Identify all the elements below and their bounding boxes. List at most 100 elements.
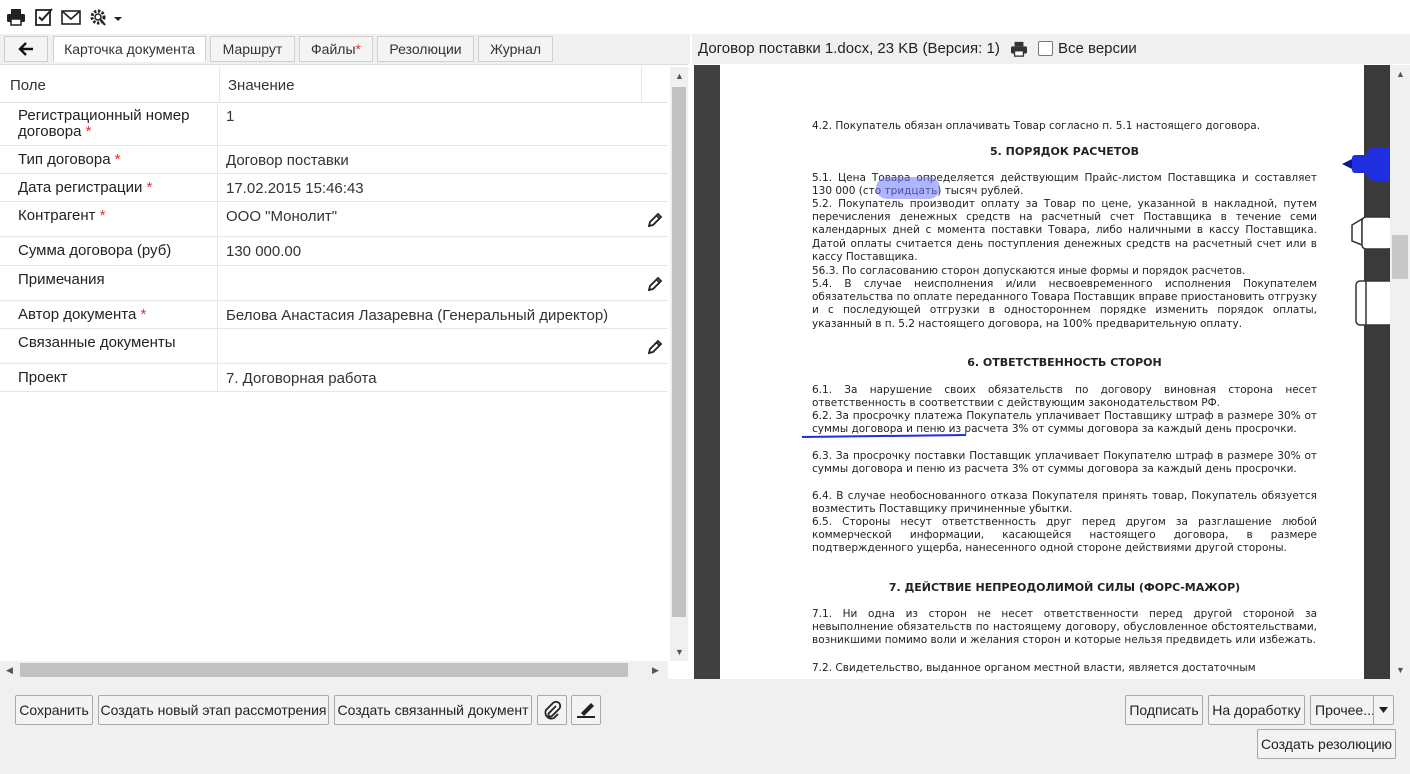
table-row[interactable]: Тип договора * Договор поставки bbox=[0, 146, 668, 174]
document-page[interactable]: 4.2. Покупатель обязан оплачивать Товар … bbox=[720, 65, 1364, 679]
tab-bar: Карточка документа Маршрут Файлы * Резолю… bbox=[0, 34, 690, 64]
field-label: Связанные документы bbox=[18, 334, 176, 351]
required-marker: * bbox=[146, 179, 153, 196]
table-row[interactable]: Автор документа * Белова Анастасия Лазаре… bbox=[0, 301, 668, 329]
tab-document-card[interactable]: Карточка документа bbox=[53, 36, 206, 62]
document-paragraph: 6.4. В случае необоснованного отказа Пок… bbox=[812, 490, 1317, 516]
print-document-icon[interactable] bbox=[1010, 41, 1028, 57]
field-label: Регистрационный номер договора * bbox=[18, 107, 190, 140]
chevron-down-icon[interactable] bbox=[1373, 696, 1393, 724]
document-paragraph: 6.1. За нарушение своих обязательств по … bbox=[812, 384, 1317, 410]
blue-marker-tool-icon[interactable] bbox=[1338, 143, 1390, 185]
field-label: Контрагент * bbox=[18, 207, 106, 224]
document-paragraph: 7.2. Свидетельство, выданное органом мес… bbox=[812, 662, 1256, 674]
scrollbar-thumb[interactable] bbox=[20, 663, 628, 677]
table-row[interactable]: Сумма договора (руб) 130 000.00 bbox=[0, 237, 668, 266]
field-value[interactable]: Договор поставки bbox=[226, 152, 349, 169]
sign-button[interactable]: Подписать bbox=[1125, 695, 1203, 725]
create-related-document-button[interactable]: Создать связанный документ bbox=[334, 695, 532, 725]
document-viewer-header: Договор поставки 1.docx, 23 KB (Версия: … bbox=[692, 34, 1410, 64]
table-row[interactable]: Контрагент * ООО "Монолит" bbox=[0, 202, 668, 237]
required-marker: * bbox=[140, 306, 147, 323]
create-resolution-button[interactable]: Создать резолюцию bbox=[1257, 729, 1396, 759]
tab-resolutions[interactable]: Резолюции bbox=[377, 36, 474, 62]
return-for-rework-button[interactable]: На доработку bbox=[1208, 695, 1305, 725]
field-label: Автор документа * bbox=[18, 306, 147, 323]
required-marker: * bbox=[85, 123, 92, 140]
underline-annotation[interactable] bbox=[800, 431, 970, 441]
printer-icon[interactable] bbox=[6, 8, 26, 26]
document-section-heading: 5. ПОРЯДОК РАСЧЕТОВ bbox=[989, 145, 1139, 158]
document-paragraph: 7.1. Ни одна из сторон не несет ответств… bbox=[812, 608, 1317, 647]
document-paragraph: 6.3. За просрочку поставки Поставщик упл… bbox=[812, 450, 1317, 476]
tab-route[interactable]: Маршрут bbox=[210, 36, 295, 62]
table-row[interactable]: Проект 7. Договорная работа bbox=[0, 364, 668, 392]
field-value[interactable]: 17.02.2015 15:46:43 bbox=[226, 180, 364, 197]
field-label: Примечания bbox=[18, 271, 105, 288]
field-label: Дата регистрации * bbox=[18, 179, 153, 196]
more-actions-dropdown[interactable]: Прочее... bbox=[1310, 695, 1394, 725]
document-paragraph: 6.5. Стороны несут ответственность друг … bbox=[812, 516, 1317, 555]
pencil-edit-icon[interactable] bbox=[646, 275, 664, 293]
field-value[interactable]: 1 bbox=[226, 108, 234, 125]
grid-horizontal-scrollbar[interactable]: ◀ ▶ bbox=[0, 661, 668, 679]
pencil-edit-icon[interactable] bbox=[646, 338, 664, 356]
document-section-heading: 6. ОТВЕТСТВЕННОСТЬ СТОРОН bbox=[967, 356, 1162, 369]
scroll-up-arrow-icon[interactable]: ▲ bbox=[1396, 69, 1405, 79]
document-paragraph: 4.2. Покупатель обязан оплачивать Товар … bbox=[812, 120, 1261, 132]
save-button[interactable]: Сохранить bbox=[15, 695, 93, 725]
scroll-up-arrow-icon[interactable]: ▲ bbox=[675, 71, 684, 81]
field-label: Сумма договора (руб) bbox=[18, 242, 172, 259]
table-row[interactable]: Дата регистрации * 17.02.2015 15:46:43 bbox=[0, 174, 668, 202]
scrollbar-thumb[interactable] bbox=[1392, 235, 1408, 279]
field-value[interactable]: Белова Анастасия Лазаревна (Генеральный … bbox=[226, 307, 608, 324]
eraser-tool-icon[interactable] bbox=[1354, 279, 1390, 327]
all-versions-checkbox[interactable] bbox=[1038, 41, 1053, 56]
scroll-down-arrow-icon[interactable]: ▼ bbox=[675, 647, 684, 657]
grid-header: Поле Значение bbox=[0, 67, 668, 103]
table-row[interactable]: Примечания bbox=[0, 266, 668, 301]
create-new-stage-button[interactable]: Создать новый этап рассмотрения bbox=[98, 695, 329, 725]
all-versions-label[interactable]: Все версии bbox=[1058, 40, 1137, 57]
arrow-left-icon bbox=[18, 42, 33, 56]
table-row[interactable]: Связанные документы bbox=[0, 329, 668, 364]
document-paragraph: 5.2. Покупатель производит оплату за Тов… bbox=[812, 198, 1317, 263]
signature-pen-icon bbox=[577, 703, 595, 718]
attach-button[interactable] bbox=[537, 695, 567, 725]
column-header-field[interactable]: Поле bbox=[0, 67, 220, 103]
envelope-icon[interactable] bbox=[61, 8, 81, 26]
pencil-edit-icon[interactable] bbox=[646, 211, 664, 229]
tab-journal[interactable]: Журнал bbox=[478, 36, 553, 62]
scroll-right-arrow-icon[interactable]: ▶ bbox=[652, 665, 659, 675]
scrollbar-thumb[interactable] bbox=[672, 87, 686, 617]
required-marker: * bbox=[99, 207, 106, 224]
grid-vertical-scrollbar[interactable]: ▲ ▼ bbox=[670, 67, 688, 661]
highlight-annotation[interactable] bbox=[876, 177, 940, 199]
document-paragraph: 56.3. По согласованию сторон допускаются… bbox=[812, 265, 1246, 277]
table-row[interactable]: Регистрационный номер договора * 1 bbox=[0, 102, 668, 146]
scroll-down-arrow-icon[interactable]: ▼ bbox=[1396, 665, 1405, 675]
action-bar: Сохранить Создать новый этап рассмотрени… bbox=[0, 679, 1410, 774]
field-value[interactable]: 7. Договорная работа bbox=[226, 370, 377, 387]
tab-files[interactable]: Файлы * bbox=[299, 36, 373, 62]
unsaved-marker: * bbox=[355, 41, 361, 57]
document-preview: 4.2. Покупатель обязан оплачивать Товар … bbox=[694, 65, 1390, 679]
field-value[interactable]: 130 000.00 bbox=[226, 243, 301, 260]
scroll-left-arrow-icon[interactable]: ◀ bbox=[6, 665, 13, 675]
field-label: Проект bbox=[18, 369, 68, 386]
document-section-heading: 7. ДЕЙСТВИЕ НЕПРЕОДОЛИМОЙ СИЛЫ (ФОРС-МАЖ… bbox=[888, 581, 1241, 594]
column-header-value[interactable]: Значение bbox=[218, 67, 638, 103]
required-marker: * bbox=[114, 151, 121, 168]
chevron-down-icon[interactable] bbox=[113, 11, 123, 21]
document-paragraph: 5.4. В случае неисполнения и/или несвоев… bbox=[812, 278, 1317, 330]
document-file-title: Договор поставки 1.docx, 23 KB (Версия: … bbox=[698, 40, 1000, 57]
top-toolbar bbox=[0, 0, 1410, 34]
white-highlighter-tool-icon[interactable] bbox=[1348, 211, 1390, 255]
document-vertical-scrollbar[interactable]: ▲ ▼ bbox=[1390, 65, 1410, 679]
back-button[interactable] bbox=[4, 36, 48, 62]
paperclip-icon bbox=[544, 700, 562, 720]
gear-settings-icon[interactable] bbox=[88, 8, 108, 26]
checklist-icon[interactable] bbox=[34, 8, 54, 26]
sign-scan-button[interactable] bbox=[571, 695, 601, 725]
field-value[interactable]: ООО "Монолит" bbox=[226, 208, 337, 225]
